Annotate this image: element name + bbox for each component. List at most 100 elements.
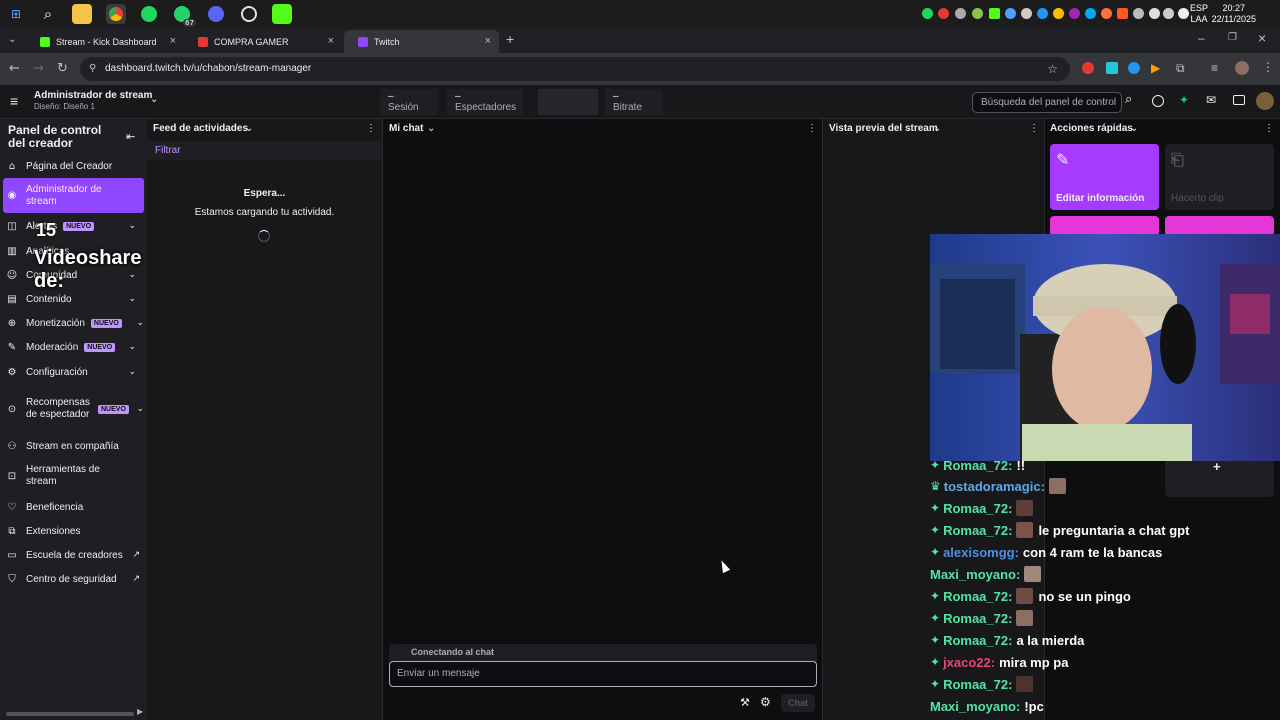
close-tab-icon[interactable]: × [485, 35, 491, 47]
tab-compra-gamer[interactable]: COMPRA GAMER × [184, 30, 342, 53]
close-tab-icon[interactable]: × [170, 35, 176, 47]
sidebar-item-viewer-rewards[interactable]: ⊙ Recompensas de espectador NUEVO ⌄ [6, 390, 144, 428]
windows-start-icon[interactable]: ⊞ [6, 4, 26, 24]
chat-message-input[interactable]: Enviar un mensaje [389, 661, 817, 687]
sidebar-item-extensions[interactable]: ⧉ Extensiones [6, 524, 144, 538]
forward-arrow-icon[interactable]: → [33, 61, 44, 76]
sidebar-item-charity[interactable]: ♡ Beneficencia [6, 500, 144, 514]
help-icon[interactable] [1152, 95, 1164, 107]
tab-kick-dashboard[interactable]: Stream - Kick Dashboard × [26, 30, 184, 53]
system-clock[interactable]: 20:27 22/11/2025 [1212, 3, 1256, 25]
collapse-sidebar-icon[interactable]: ⇤ [126, 130, 135, 143]
chevron-down-icon[interactable]: ⌄ [1130, 123, 1138, 134]
whatsapp-icon[interactable]: 67 [172, 4, 196, 27]
sidebar-scrollbar[interactable] [6, 712, 134, 716]
sidebar-item-monetization[interactable]: ⊕ Monetización NUEVO ⌄ [6, 316, 144, 330]
extensions-puzzle-icon[interactable]: ⧉ [1176, 61, 1185, 76]
extension-play-icon[interactable]: ▶ [1151, 61, 1160, 75]
sidebar-item-alerts[interactable]: ◫ Alertas NUEVO ⌄ [6, 219, 144, 233]
site-info-icon[interactable]: ⚲ [89, 57, 96, 81]
close-tab-icon[interactable]: × [328, 35, 334, 47]
scroll-right-arrow-icon[interactable]: ▶ [137, 707, 143, 716]
sidebar-item-stream-manager[interactable]: ◉ Administrador de stream [3, 178, 144, 213]
sidebar-item-content[interactable]: ▤ Contenido ⌄ [6, 292, 144, 306]
dashboard-search-input[interactable]: Búsqueda del panel de control [972, 92, 1122, 113]
new-tab-button[interactable]: + [506, 31, 514, 47]
stream-preview-title[interactable]: Vista previa del stream [829, 123, 938, 134]
chat-settings-gear-icon[interactable]: ⚙ [760, 695, 771, 709]
tray-spotify-icon[interactable] [922, 8, 933, 19]
tray-monitor-icon[interactable] [1021, 8, 1032, 19]
panel-options-icon[interactable]: ⋮ [807, 123, 817, 134]
panel-options-icon[interactable]: ⋮ [1264, 123, 1274, 134]
filter-link[interactable]: Filtrar [155, 145, 181, 156]
panel-options-icon[interactable]: ⋮ [1029, 123, 1039, 134]
search-icon[interactable]: ⌕ [1125, 92, 1132, 107]
tray-chrome-icon[interactable] [1053, 8, 1064, 19]
sidebar-item-settings[interactable]: ⚙ Configuración ⌄ [6, 365, 144, 379]
tab-search-chevron-icon[interactable]: ⌄ [8, 34, 16, 45]
layout-chevron-down-icon[interactable]: ⌄ [150, 94, 158, 105]
tray-app4-icon[interactable] [1101, 8, 1112, 19]
sidebar-item-stream-together[interactable]: ⚇ Stream en compañía [6, 439, 144, 453]
quick-action-tile-4[interactable] [1165, 216, 1274, 236]
tray-app6-icon[interactable] [1133, 8, 1144, 19]
close-window-icon[interactable]: × [1258, 30, 1266, 46]
chevron-down-icon[interactable]: ⌄ [427, 123, 435, 134]
tray-volume-icon[interactable] [1178, 8, 1189, 19]
back-arrow-icon[interactable]: ← [9, 61, 20, 76]
tray-controller-icon[interactable] [955, 8, 966, 19]
chat-send-button[interactable]: Chat [781, 694, 815, 712]
tray-app3-icon[interactable] [1085, 8, 1096, 19]
discord-icon[interactable] [208, 6, 224, 22]
bits-icon[interactable]: ✦ [1179, 93, 1189, 107]
profile-avatar[interactable] [1235, 61, 1249, 75]
spotify-icon[interactable] [141, 6, 157, 22]
tray-pen-icon[interactable] [1069, 8, 1080, 19]
reading-list-icon[interactable]: ≡ [1211, 61, 1218, 75]
extension-red-icon[interactable] [1082, 62, 1094, 74]
sidebar-item-moderation[interactable]: ✎ Moderación NUEVO ⌄ [6, 340, 144, 354]
chevron-down-icon[interactable]: ⌄ [245, 123, 253, 134]
tab-twitch[interactable]: Twitch × [344, 30, 499, 53]
quick-action-tile-3[interactable] [1050, 216, 1159, 236]
extension-blue-icon[interactable] [1128, 62, 1140, 74]
inbox-icon[interactable]: ✉ [1206, 93, 1216, 107]
chevron-down-icon[interactable]: ⌄ [933, 123, 941, 134]
hamburger-menu-icon[interactable]: ≡ [10, 93, 18, 109]
tray-network-icon[interactable] [1005, 8, 1016, 19]
tray-mic-icon[interactable] [1163, 8, 1174, 19]
tray-app2-icon[interactable] [1037, 8, 1048, 19]
sidebar-item-safety-center[interactable]: ⛉ Centro de seguridad ↗ [6, 572, 144, 586]
bookmark-star-icon[interactable]: ☆ [1047, 57, 1058, 81]
minimize-window-icon[interactable]: – [1198, 31, 1205, 45]
maximize-window-icon[interactable]: ❐ [1228, 32, 1237, 43]
kick-icon[interactable] [272, 4, 292, 24]
tray-kick-icon[interactable] [989, 8, 1000, 19]
chrome-icon[interactable] [106, 4, 126, 24]
activity-feed-title[interactable]: Feed de actividades [153, 123, 248, 134]
language-indicator[interactable]: ESP LAA [1190, 3, 1208, 25]
panel-options-icon[interactable]: ⋮ [366, 123, 376, 134]
sidebar-item-creator-home[interactable]: ⌂ Página del Creador [6, 159, 144, 173]
quick-actions-title[interactable]: Acciones rápidas [1050, 123, 1133, 134]
tray-app7-icon[interactable] [1149, 8, 1160, 19]
address-bar[interactable]: ⚲ dashboard.twitch.tv/u/chabon/stream-ma… [80, 57, 1070, 81]
tray-app-icon[interactable] [938, 8, 949, 19]
file-explorer-icon[interactable] [72, 4, 92, 24]
tray-app5-icon[interactable] [1117, 8, 1128, 19]
edit-info-tile[interactable]: ✎ Editar información [1050, 144, 1159, 210]
search-icon[interactable]: ⌕ [38, 4, 58, 24]
obs-icon[interactable] [241, 6, 257, 22]
chat-title[interactable]: Mi chat [389, 123, 423, 134]
reload-icon[interactable]: ↻ [57, 61, 68, 76]
clip-tile[interactable]: ⎗ Hacerto clip [1165, 144, 1274, 210]
browser-menu-icon[interactable]: ⋮ [1262, 60, 1274, 74]
user-avatar[interactable] [1256, 92, 1274, 110]
sidebar-item-creator-school[interactable]: ▭ Escuela de creadores ↗ [6, 548, 144, 562]
whispers-icon[interactable] [1233, 95, 1245, 105]
tray-bluetooth-icon[interactable] [972, 8, 983, 19]
sidebar-item-stream-tools[interactable]: ⊡ Herramientas de stream [6, 463, 144, 489]
extension-translate-icon[interactable] [1106, 62, 1118, 74]
mod-tools-icon[interactable]: ⚒ [740, 696, 750, 709]
